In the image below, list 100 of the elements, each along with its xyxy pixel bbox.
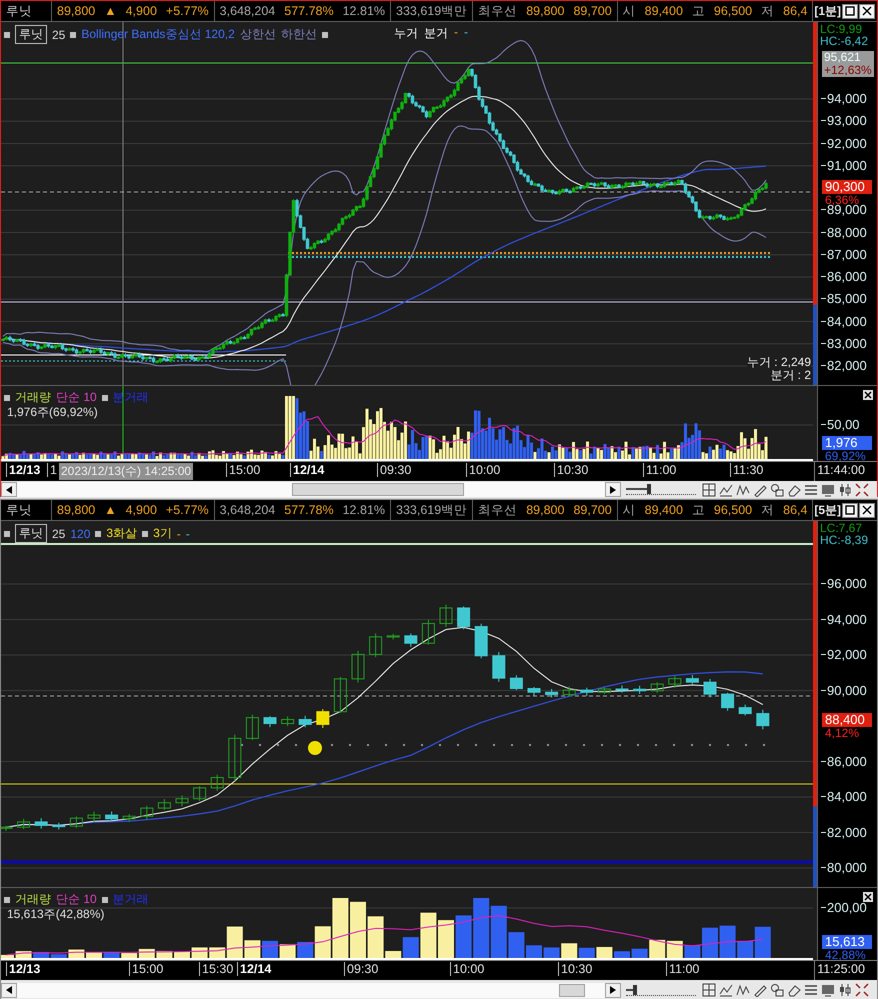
quote-value: 4,900: [126, 4, 157, 18]
legend-label: 3화살: [106, 525, 138, 542]
axis-tick-label: 88,000: [821, 224, 867, 240]
legend-label: 120: [70, 526, 90, 540]
axis-tick-label: 93,000: [821, 113, 867, 128]
quote-value: 12.81%: [342, 503, 386, 517]
time-axis-label: 12/13: [6, 463, 40, 477]
hc-label: HC:-6,42: [820, 34, 868, 48]
quote-value: 12.81%: [342, 4, 386, 18]
quote-value: +5.77%: [166, 4, 209, 18]
high-percent-value: +12,63%: [824, 64, 872, 77]
time-axis-label: 10:00: [450, 962, 484, 976]
time-axis-label: 12/14: [237, 962, 272, 976]
quote-value: 고: [692, 502, 705, 518]
axis-tick-label: 91,000: [821, 158, 867, 173]
axis-tick-label: 94,000: [821, 91, 867, 106]
legend-label: 누거: [394, 25, 418, 42]
quote-value: +5.77%: [166, 503, 209, 517]
cumulative-label: 누거 : 2,249: [746, 356, 811, 369]
quote-value: 333,619백만: [396, 502, 468, 518]
cumulative-label: 분거 : 2: [770, 369, 811, 382]
legend-label: 3기: [153, 525, 172, 542]
time-axis-label: 09:30: [344, 962, 378, 976]
axis-tick-label: 96,000: [821, 576, 867, 591]
axis-tick-label: 82,000: [821, 824, 867, 840]
quote-value: ▲: [104, 4, 117, 18]
time-axis-label: 10:30: [558, 962, 592, 976]
quote-value: 333,619백만: [396, 2, 468, 20]
axis-tick-label: 94,000: [821, 612, 867, 626]
quote-value: 89,400: [644, 4, 683, 18]
axis-tick-label: 86,000: [821, 754, 867, 768]
axis-tick-label: 90,000: [821, 682, 867, 698]
axis-tick-label: 84,000: [821, 314, 867, 328]
time-axis-label: 11:00: [666, 962, 700, 976]
interval-label[interactable]: [1분]: [814, 2, 841, 20]
quote-value: 577.78%: [284, 4, 334, 18]
legend-label: -: [176, 526, 181, 540]
time-axis-label: 12/13: [6, 962, 40, 976]
quote-value: 89,800: [57, 4, 96, 18]
axis-tick-label: 80,000: [821, 860, 867, 875]
quote-value: 4,900: [126, 503, 157, 517]
axis-tick-label: 87,000: [821, 246, 867, 262]
axis-tick-label: 82,000: [821, 358, 867, 373]
quote-value: 577.78%: [284, 503, 334, 517]
volume-percent-label: 69,92%: [824, 450, 866, 463]
axis-tick-label: 92,000: [821, 647, 867, 662]
volume-summary: 15,613주(42,88%): [7, 906, 104, 923]
quote-value: 3,648,204: [220, 4, 276, 18]
time-axis-label: 1: [47, 463, 57, 477]
time-axis-label: 11:00: [643, 463, 676, 477]
current-volume-badge: 15,613: [822, 935, 872, 949]
quote-value: 루닛: [6, 502, 32, 518]
time-axis-label: 11:30: [730, 463, 764, 477]
axis-tick-label: 200,00: [821, 900, 867, 915]
time-axis-label: 09:30: [377, 463, 412, 477]
quote-value: 최우선: [478, 2, 518, 20]
quote-value: 86,4: [783, 503, 808, 517]
legend-label: 25: [52, 28, 66, 42]
quote-value: ▲: [104, 503, 117, 517]
legend-label: 거래량: [15, 891, 51, 908]
legend-label: 단순 10: [56, 389, 97, 406]
quote-value: 3,648,204: [220, 503, 276, 517]
legend-label: 하한선: [280, 26, 317, 43]
quote-value: 89,800: [57, 503, 96, 517]
current-volume-badge: 1,976: [822, 436, 872, 450]
time-axis-label: 15:30: [199, 962, 234, 976]
axis-tick-label: 83,000: [821, 336, 867, 351]
legend-label: -: [186, 526, 190, 540]
legend-label: 분거: [424, 25, 448, 42]
stock-name-label[interactable]: 루닛: [15, 524, 47, 543]
legend-label: 25: [52, 526, 66, 540]
hc-label: HC:-8,39: [820, 533, 868, 547]
quote-value: 저: [761, 2, 774, 20]
stock-name-label[interactable]: 루닛: [15, 25, 47, 44]
time-axis-label: 12/14: [290, 463, 324, 477]
quote-value: 96,500: [714, 4, 752, 18]
quote-value: 루닛: [6, 2, 32, 20]
legend-label: -: [464, 25, 468, 41]
time-axis-label: 10:00: [466, 463, 500, 477]
legend-label: -: [454, 25, 458, 41]
axis-tick-label: 86,000: [821, 269, 867, 284]
cursor-time-label: 2023/12/13(수) 14:25:00: [59, 463, 194, 480]
quote-value: 고: [692, 2, 705, 20]
time-axis-label: 10:30: [554, 463, 588, 477]
lc-label: LC:9,99: [820, 22, 862, 36]
axis-tick-label: 84,000: [821, 789, 867, 804]
current-price-badge: 88,400: [822, 713, 872, 727]
high-price-value: 95,621: [824, 51, 862, 64]
volume-percent-label: 42,88%: [824, 949, 866, 962]
axis-tick-label: 92,000: [821, 136, 867, 150]
quote-value: 89,400: [644, 503, 683, 517]
quote-value: 89,700: [573, 503, 612, 517]
axis-tick-label: 85,000: [821, 291, 867, 306]
quote-value: 최우선: [478, 502, 518, 518]
legend-label: 단순 10: [56, 891, 97, 908]
axis-tick-label: 50,00: [821, 417, 860, 432]
interval-label[interactable]: [5분]: [814, 502, 841, 518]
current-price-badge: 90,300: [822, 180, 872, 194]
legend-label: 분거래: [112, 891, 149, 908]
legend-label: 거래량: [15, 389, 51, 406]
